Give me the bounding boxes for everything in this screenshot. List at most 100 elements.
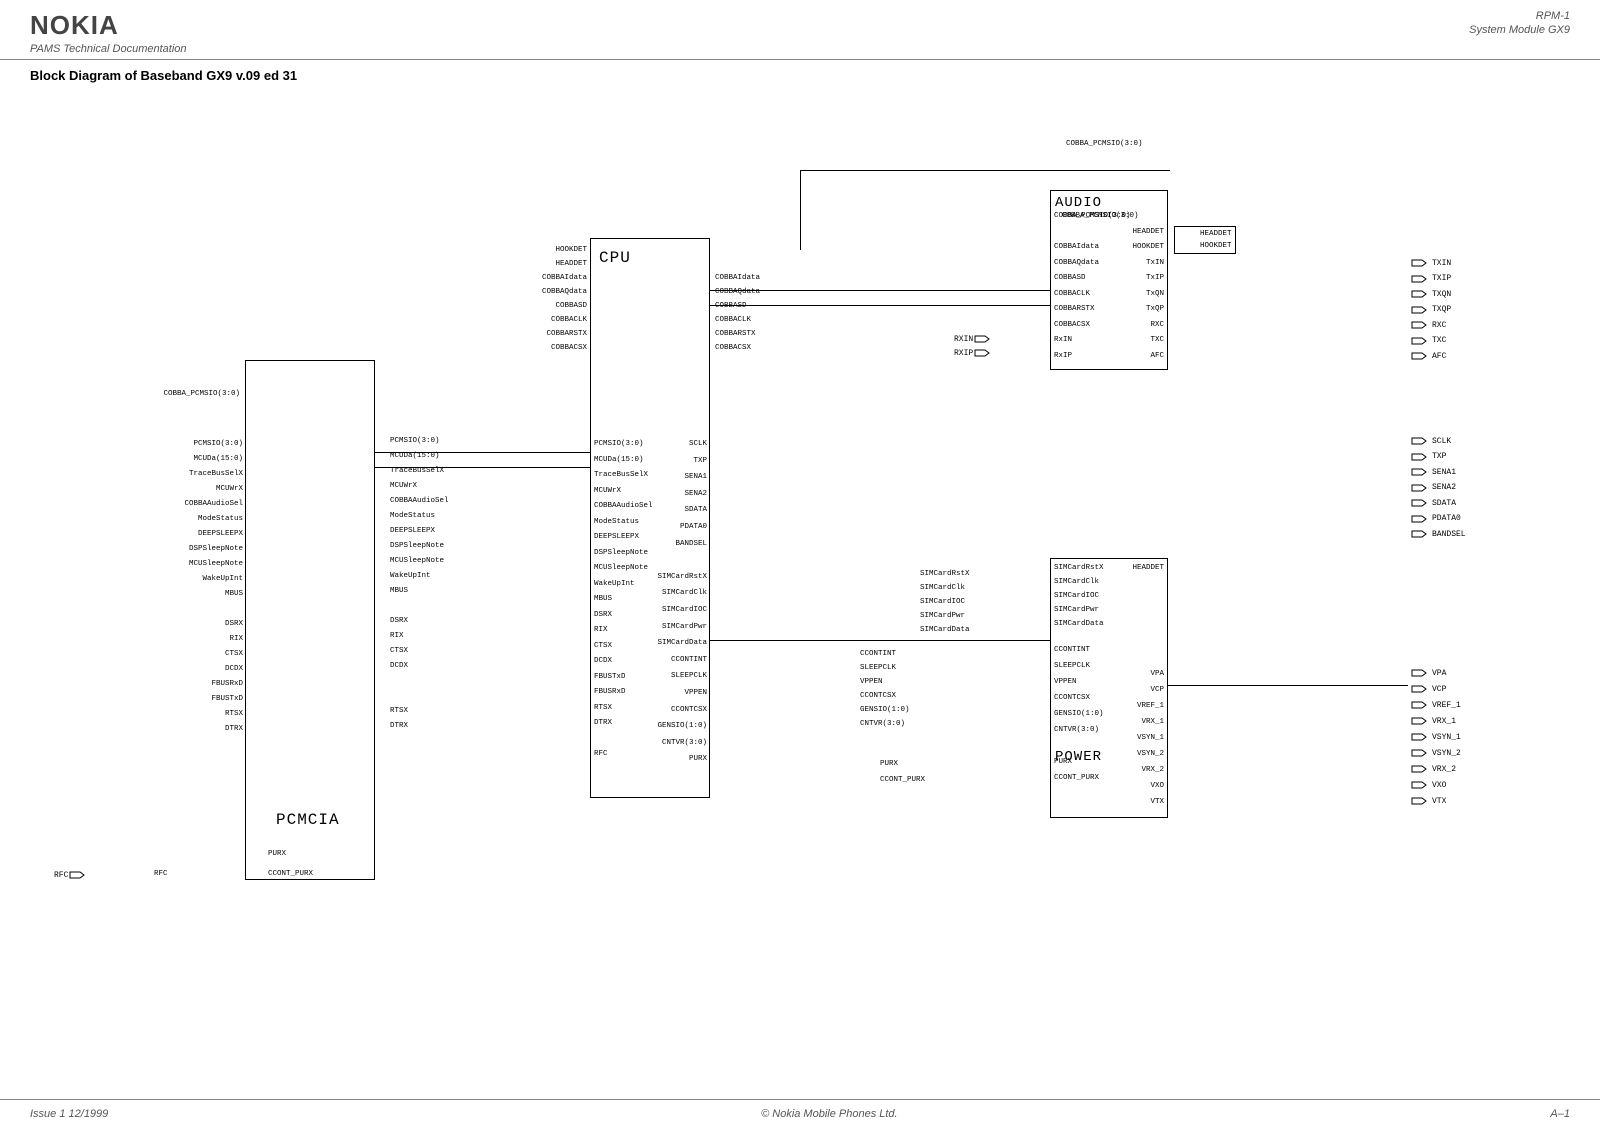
signal-label: PCMSIO(3:0) xyxy=(390,437,440,445)
port-label: VRX_1 xyxy=(1432,717,1456,726)
signal-label: SIMCardData xyxy=(632,639,707,647)
signal-label: RTSX xyxy=(390,707,408,715)
signal-label: HEADDET xyxy=(1089,228,1164,236)
signal-label: VXO xyxy=(1089,782,1164,790)
signal-label: COBBAAudioSel xyxy=(168,500,243,508)
audio-hookdet: HOOKDET xyxy=(1200,242,1232,250)
signal-label: CNTVR(3:0) xyxy=(1054,726,1099,734)
output-port: AFC xyxy=(1410,351,1446,361)
signal-label: VRX_2 xyxy=(1089,766,1164,774)
signal-label: PCMSIO(3:0) xyxy=(168,440,243,448)
signal-label: SENA1 xyxy=(632,473,707,481)
signal-label: CCONTCSX xyxy=(860,692,896,700)
signal-label: COBBACLK xyxy=(715,316,751,324)
signal-label: MCUWrX xyxy=(168,485,243,493)
output-port: BANDSEL xyxy=(1410,529,1466,539)
signal-label: FBUSRxD xyxy=(594,688,626,696)
output-port: TXP xyxy=(1410,452,1446,462)
output-port: TXQP xyxy=(1410,305,1451,315)
signal-label: SIMCardPwr xyxy=(1054,606,1099,614)
port-label: TXIP xyxy=(1432,274,1451,283)
signal-label: CCONTINT xyxy=(632,656,707,664)
netline xyxy=(375,467,590,468)
signal-label: COBBAIdata xyxy=(715,274,760,282)
port-rfc: RFC xyxy=(50,870,86,880)
signal-label: RTSX xyxy=(168,710,243,718)
netline xyxy=(710,640,1050,641)
signal-label: WakeUpInt xyxy=(594,580,635,588)
page-footer: Issue 1 12/1999 © Nokia Mobile Phones Lt… xyxy=(0,1099,1600,1132)
signal-label: SIMCardData xyxy=(920,626,970,634)
port-label: AFC xyxy=(1432,352,1446,361)
signal-label: DEEPSLEEPX xyxy=(390,527,435,535)
signal-label: TXP xyxy=(632,457,707,465)
port-rxin-label: RXIN xyxy=(954,335,973,344)
output-port: VREF_1 xyxy=(1410,700,1461,710)
port-label: VTX xyxy=(1432,797,1446,806)
output-port: RXC xyxy=(1410,320,1446,330)
signal-label: COBBAQdata xyxy=(512,288,587,296)
signal-label: PURX xyxy=(1054,758,1072,766)
signal-label: SIMCardClk xyxy=(920,584,965,592)
signal-label: CNTVR(3:0) xyxy=(632,739,707,747)
header-right: RPM-1 System Module GX9 xyxy=(1469,10,1570,55)
signal-label: RIX xyxy=(390,632,404,640)
signal-label: VTX xyxy=(1089,798,1164,806)
output-port: VSYN_1 xyxy=(1410,732,1461,742)
signal-label: COBBA_PCMSIO(3:0) xyxy=(1054,212,1131,220)
port-label: TXQN xyxy=(1432,290,1451,299)
output-port: VRX_1 xyxy=(1410,716,1456,726)
signal-label: CNTVR(3:0) xyxy=(860,720,905,728)
signal-label: SLEEPCLK xyxy=(1054,662,1090,670)
signal-label: DCDX xyxy=(168,665,243,673)
block-diagram: COBBA_PCMSIO(3:0) RFC PCMCIA COBBA_PCMSI… xyxy=(50,130,1550,1000)
port-rfc-label: RFC xyxy=(54,871,68,880)
signal-label: CCONT_PURX xyxy=(880,776,925,784)
output-port: VTX xyxy=(1410,796,1446,806)
signal-label: GENSIO(1:0) xyxy=(860,706,910,714)
signal-label: FBUSTxD xyxy=(168,695,243,703)
header-rpm: RPM-1 xyxy=(1469,10,1570,22)
signal-label: VRX_1 xyxy=(1089,718,1164,726)
signal-label: MCUSleepNote xyxy=(594,564,648,572)
signal-label: RTSX xyxy=(594,704,612,712)
signal-label: WakeUpInt xyxy=(168,575,243,583)
signal-label: MBUS xyxy=(390,587,408,595)
signal-label: FBUSRxD xyxy=(168,680,243,688)
signal-label: GENSIO(1:0) xyxy=(632,722,707,730)
signal-label: DTRX xyxy=(168,725,243,733)
signal-label: SIMCardClk xyxy=(632,589,707,597)
audio-headdet: HEADDET xyxy=(1200,230,1232,238)
signal-label: COBBARSTX xyxy=(715,330,756,338)
port-label: TXP xyxy=(1432,452,1446,461)
block-audio-title: AUDIO xyxy=(1055,195,1102,211)
port-label: TXIN xyxy=(1432,259,1451,268)
footer-copyright: © Nokia Mobile Phones Ltd. xyxy=(761,1108,898,1120)
pcmcia-rfc-label: RFC xyxy=(154,870,168,878)
header-left: NOKIA PAMS Technical Documentation xyxy=(30,10,187,55)
signal-label: MCUDa(15:0) xyxy=(168,455,243,463)
port-rxip-label: RXIP xyxy=(954,349,973,358)
signal-label: PURX xyxy=(880,760,898,768)
netline xyxy=(375,452,590,453)
signal-label: TxIN xyxy=(1089,259,1164,267)
signal-label: VREF_1 xyxy=(1089,702,1164,710)
signal-label: SIMCardRstX xyxy=(632,573,707,581)
signal-label: CTSX xyxy=(594,642,612,650)
output-port: SCLK xyxy=(1410,436,1451,446)
signal-label: SIMCardIOC xyxy=(920,598,965,606)
signal-label: HEADDET xyxy=(1089,564,1164,572)
signal-label: COBBASD xyxy=(715,302,747,310)
signal-label: VPPEN xyxy=(860,678,883,686)
signal-label: DTRX xyxy=(594,719,612,727)
output-port: TXQN xyxy=(1410,289,1451,299)
signal-label: SLEEPCLK xyxy=(860,664,896,672)
header-module: System Module GX9 xyxy=(1469,24,1570,36)
port-label: SENA1 xyxy=(1432,468,1456,477)
signal-label: CCONTINT xyxy=(1054,646,1090,654)
signal-label: SLEEPCLK xyxy=(632,672,707,680)
signal-label: CTSX xyxy=(168,650,243,658)
signal-label: COBBACSX xyxy=(1054,321,1090,329)
output-port: SENA1 xyxy=(1410,467,1456,477)
signal-label: CTSX xyxy=(390,647,408,655)
